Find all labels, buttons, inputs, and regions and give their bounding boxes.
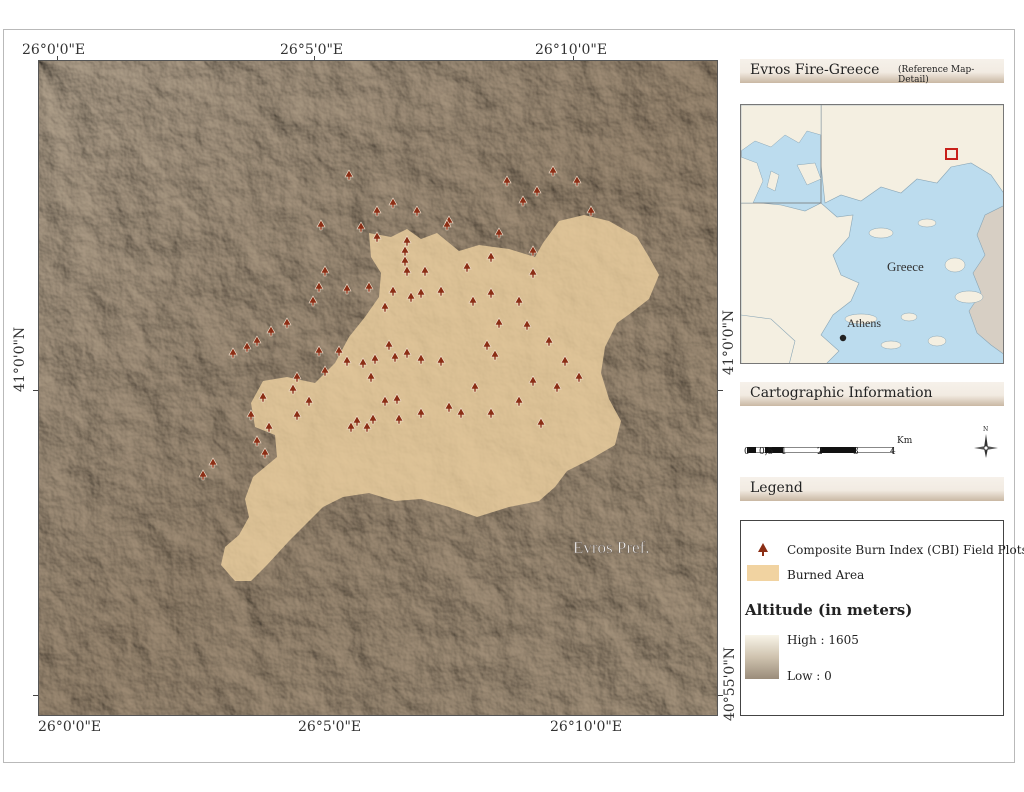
left-latitude-label: 41°0'0"N — [12, 326, 28, 392]
scale-label-0-5: 0,5 — [759, 447, 774, 457]
athens-point — [839, 334, 847, 342]
relief-map-canvas: Evros Pref. — [39, 61, 717, 715]
scale-label-3: 3 — [853, 447, 859, 457]
top-longitude-label-2: 26°5'0"E — [280, 42, 344, 58]
top-longitude-label-1: 26°0'0"E — [22, 42, 86, 58]
bottom-longitude-label-2: 26°5'0"E — [298, 719, 362, 735]
bottom-longitude-label-3: 26°10'0"E — [550, 719, 623, 735]
scale-label-2: 2 — [817, 447, 823, 457]
altitude-high-label: High : 1605 — [787, 633, 859, 647]
burned-area-swatch — [747, 565, 779, 581]
legend-title-bar: Legend — [740, 477, 1004, 501]
altitude-title: Altitude (in meters) — [745, 601, 913, 619]
tick — [718, 695, 723, 696]
reference-inset-map: Greece Athens — [740, 104, 1004, 364]
panel-title-bar: Evros Fire-Greece (Reference Map-Detail) — [740, 59, 1004, 85]
panel-title: Evros Fire-Greece — [750, 62, 880, 78]
region-label: Evros Pref. — [573, 538, 649, 557]
main-map: Evros Pref. — [38, 60, 718, 716]
scale-label-0: 0 — [744, 447, 750, 457]
panel-subtitle: (Reference Map-Detail) — [898, 65, 975, 85]
right-latitude-label-2: 40°55'0"N — [722, 646, 738, 722]
legend-plots-label: Composite Burn Index (CBI) Field Plots — [787, 543, 1024, 557]
inset-map-canvas: Greece Athens — [741, 105, 1003, 363]
altitude-gradient-swatch — [745, 635, 779, 679]
north-arrow-graphic — [974, 434, 998, 458]
inset-city-label: Athens — [847, 316, 881, 330]
altitude-low-label: Low : 0 — [787, 669, 832, 683]
north-arrow-icon — [972, 428, 1000, 462]
legend-box: Composite Burn Index (CBI) Field Plots B… — [740, 520, 1024, 716]
bottom-longitude-label-1: 26°0'0"E — [38, 719, 102, 735]
scale-label-4: 4 — [890, 447, 896, 457]
scale-unit: Km — [897, 436, 913, 446]
scale-label-1: 1 — [781, 447, 787, 457]
north-label: N — [983, 426, 989, 433]
cartographic-title-bar: Cartographic Information — [740, 382, 1004, 406]
top-longitude-label-3: 26°10'0"E — [535, 42, 608, 58]
legend-burned-label: Burned Area — [787, 568, 865, 582]
right-latitude-label-1: 41°0'0"N — [721, 309, 737, 375]
tick — [718, 390, 723, 391]
legend-title: Legend — [750, 480, 803, 496]
scale-bar — [746, 438, 894, 454]
cbi-plot-legend-icon — [758, 543, 768, 556]
cartographic-title: Cartographic Information — [750, 385, 933, 401]
inset-country-label: Greece — [887, 259, 924, 274]
